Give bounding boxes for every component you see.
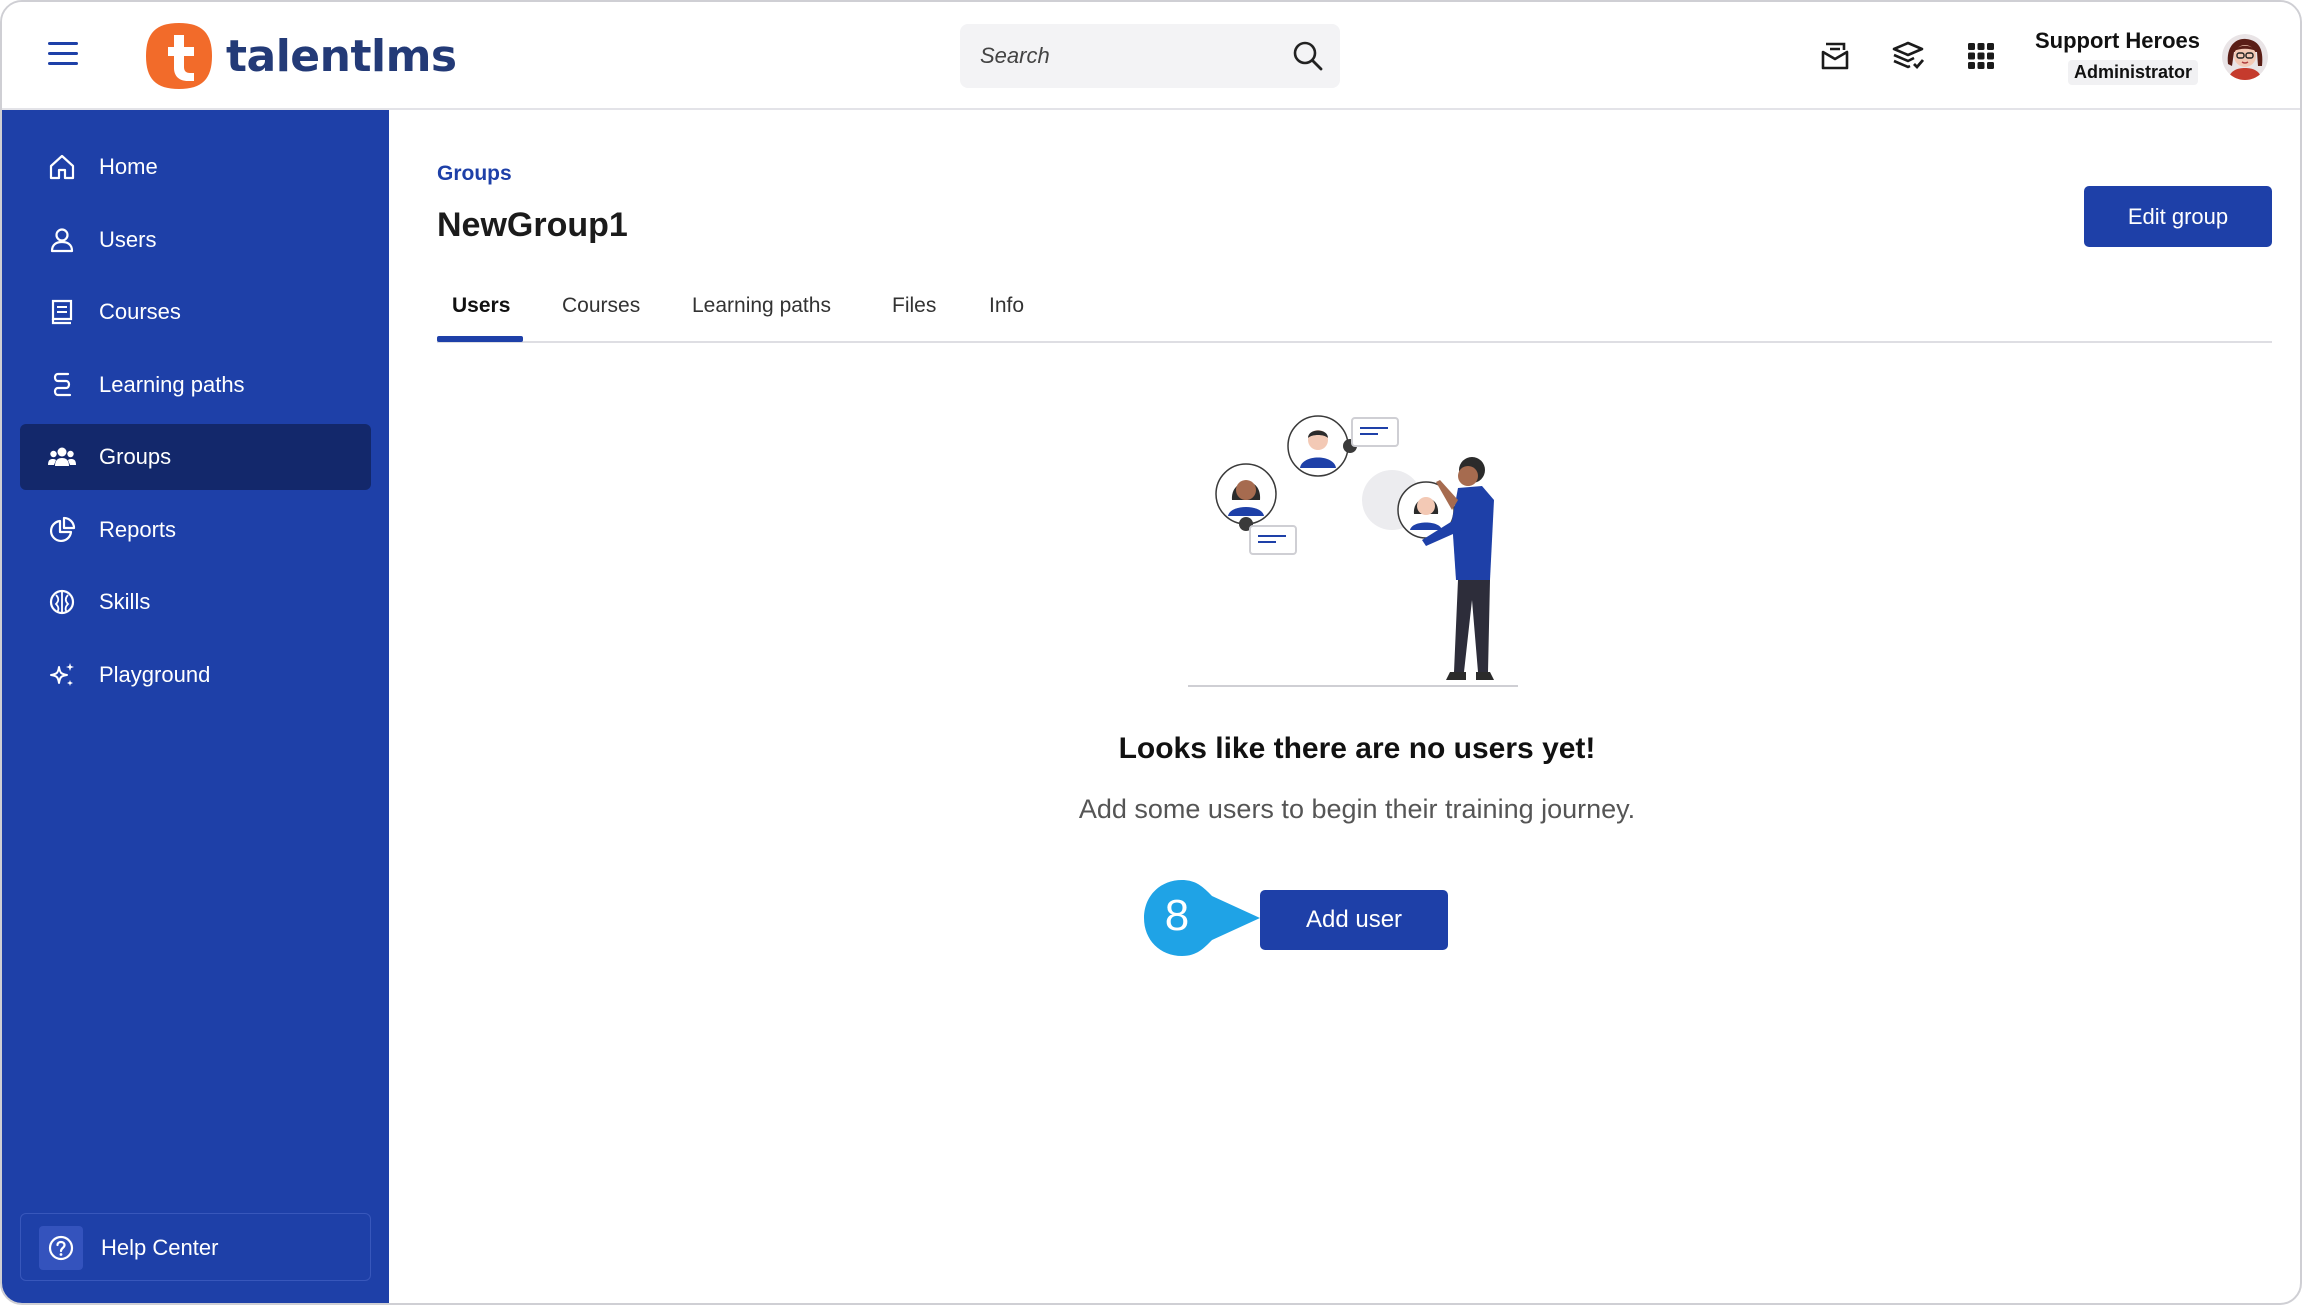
brain-icon [49,589,75,615]
path-icon [53,372,72,397]
tab-learning-paths[interactable]: Learning paths [692,294,831,318]
help-center-button[interactable]: Help Center [20,1213,371,1281]
sidebar-item-label: Reports [99,517,177,542]
inbox-icon[interactable] [1817,38,1853,74]
user-icon [50,228,74,253]
breadcrumb[interactable]: Groups [437,162,512,186]
user-role-badge[interactable]: Administrator [2067,60,2198,85]
edit-group-button[interactable]: Edit group [2084,186,2272,247]
sidebar-item-home[interactable]: Home [20,134,371,200]
logo-text: talentlms [226,30,457,82]
tab-bar: Users Courses Learning paths Files Info [437,282,2272,343]
top-header: talentlms Support H [2,2,2300,110]
step-number: 8 [1164,891,1190,940]
talentlms-logo[interactable]: talentlms [144,20,457,92]
empty-state-subtitle: Add some users to begin their training j… [1078,794,1636,824]
search-box[interactable] [960,24,1340,88]
book-icon [51,299,73,325]
sidebar-item-label: Playground [99,662,211,687]
tab-files[interactable]: Files [892,294,936,318]
sidebar: Home Users Courses Learning paths Groups… [2,110,389,1303]
sidebar-item-users[interactable]: Users [20,207,371,273]
sparkles-icon [50,663,74,686]
tab-courses[interactable]: Courses [562,294,640,318]
sidebar-item-groups[interactable]: Groups [20,424,371,490]
home-icon [49,154,75,180]
help-icon-box [39,1226,83,1270]
app-window: talentlms Support H [0,0,2302,1305]
user-name[interactable]: Support Heroes [2035,28,2200,54]
sidebar-item-learning-paths[interactable]: Learning paths [20,352,371,418]
page-title: NewGroup1 [437,206,628,244]
sidebar-item-label: Users [99,227,157,252]
empty-state-title: Looks like there are no users yet! [1118,732,1596,765]
courses-stack-icon[interactable] [1890,38,1926,74]
help-center-label: Help Center [101,1235,219,1260]
empty-users-illustration [1188,415,1518,687]
sidebar-item-skills[interactable]: Skills [20,569,371,635]
sidebar-item-playground[interactable]: Playground [20,642,371,708]
apps-grid-icon[interactable] [1963,38,1999,74]
tab-info[interactable]: Info [989,294,1024,318]
avatar[interactable] [2222,34,2268,80]
hamburger-icon[interactable] [48,42,78,68]
add-user-button[interactable]: Add user [1260,890,1448,950]
search-icon[interactable] [1292,40,1324,72]
sidebar-item-label: Learning paths [99,372,245,397]
sidebar-item-label: Skills [99,589,151,614]
logo-mark-icon [146,23,212,89]
sidebar-item-label: Groups [99,444,172,469]
sidebar-item-courses[interactable]: Courses [20,279,371,345]
active-tab-indicator [437,336,523,342]
tab-users[interactable]: Users [452,294,510,318]
search-input[interactable] [960,24,1280,88]
sidebar-item-label: Courses [99,299,181,324]
sidebar-item-label: Home [99,154,158,179]
groups-icon [48,447,76,466]
help-icon [48,1235,74,1261]
pie-chart-icon [49,516,76,543]
sidebar-item-reports[interactable]: Reports [20,497,371,563]
